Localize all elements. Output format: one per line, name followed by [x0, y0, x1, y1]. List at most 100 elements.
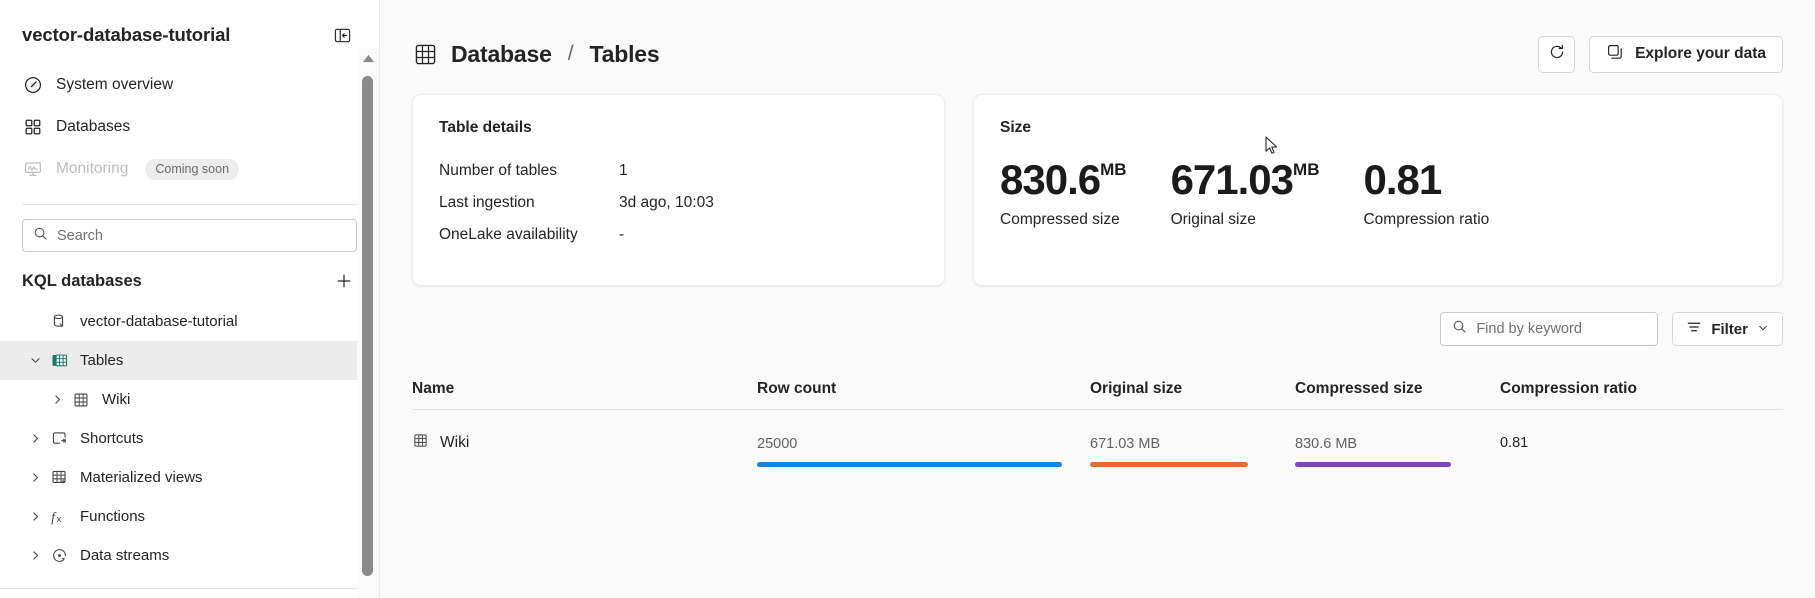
table-icon	[412, 432, 429, 454]
explore-button-label: Explore your data	[1635, 45, 1766, 62]
tree-item-shortcuts[interactable]: Shortcuts	[0, 419, 379, 458]
sidebar-item-label: System overview	[56, 76, 174, 93]
column-header-row-count[interactable]: Row count	[757, 380, 1090, 398]
tree-item-wiki[interactable]: Wiki	[0, 380, 379, 419]
explore-your-data-button[interactable]: Explore your data	[1589, 35, 1783, 73]
detail-value: 3d ago, 10:03	[619, 194, 714, 211]
main-content: Database / Tables Explore your data Tabl…	[380, 0, 1815, 598]
compressed-size-bar	[1295, 462, 1451, 467]
column-header-compression-ratio[interactable]: Compression ratio	[1500, 380, 1783, 398]
metric-compressed-size: 830.6 MB Compressed size	[1000, 159, 1127, 229]
filter-button-label: Filter	[1711, 320, 1748, 338]
refresh-icon	[1548, 43, 1566, 66]
metric-value: 0.81	[1363, 156, 1442, 203]
sidebar-search-wrap	[0, 205, 379, 252]
filter-button[interactable]: Filter	[1672, 312, 1783, 346]
tree-item-label: Shortcuts	[80, 430, 144, 447]
copy-pages-icon	[1606, 43, 1624, 66]
metric-label: Compression ratio	[1363, 211, 1490, 228]
find-by-keyword-box[interactable]	[1440, 312, 1659, 346]
column-header-name[interactable]: Name	[412, 380, 757, 398]
chevron-right-icon[interactable]	[44, 393, 70, 406]
metric-original-size: 671.03 MB Original size	[1171, 159, 1320, 229]
breadcrumb: Database / Tables	[412, 41, 660, 68]
table-row[interactable]: Wiki 25000 671.03 MB 830.6 MB 0.81	[412, 410, 1783, 476]
data-stream-icon	[48, 545, 70, 567]
search-icon	[33, 226, 48, 246]
sidebar: vector-database-tutorial System overview…	[0, 0, 380, 598]
metric-unit: MB	[1100, 160, 1127, 179]
sidebar-item-label: Monitoring	[56, 160, 129, 177]
scroll-up-arrow-icon[interactable]	[357, 54, 379, 63]
function-icon: f x	[48, 506, 70, 528]
topbar-actions: Explore your data	[1538, 35, 1783, 73]
chevron-right-icon[interactable]	[22, 510, 48, 523]
table-header-row: Name Row count Original size Compressed …	[412, 368, 1783, 410]
shortcut-folder-icon	[48, 428, 70, 450]
table-toolbar: Filter	[380, 286, 1815, 346]
search-input[interactable]	[57, 227, 346, 244]
cell-name[interactable]: Wiki	[412, 432, 757, 454]
metric-unit: MB	[1293, 160, 1320, 179]
column-header-original-size[interactable]: Original size	[1090, 380, 1295, 398]
detail-key: OneLake availability	[439, 226, 578, 243]
tree-item-tables[interactable]: Tables	[0, 341, 379, 380]
find-input[interactable]	[1476, 321, 1647, 337]
chevron-right-icon[interactable]	[22, 471, 48, 484]
original-size-bar	[1090, 462, 1248, 467]
cell-original-size: 671.03 MB	[1090, 410, 1295, 476]
tree-item-materialized-views[interactable]: Materialized views	[0, 458, 379, 497]
kql-databases-group-header: KQL databases	[0, 252, 379, 302]
app-root: vector-database-tutorial System overview…	[0, 0, 1815, 598]
metric-value: 671.03	[1170, 156, 1294, 203]
breadcrumb-database[interactable]: Database	[451, 41, 552, 68]
workspace-title: vector-database-tutorial	[22, 24, 231, 45]
breadcrumb-tables[interactable]: Tables	[590, 41, 660, 68]
breadcrumb-separator: /	[567, 42, 574, 65]
sidebar-item-system-overview[interactable]: System overview	[0, 64, 379, 106]
table-details-card: Table details Number of tables 1 Last in…	[412, 94, 945, 286]
metric-compression-ratio: 0.81 Compression ratio	[1363, 159, 1489, 229]
chevron-right-icon[interactable]	[22, 432, 48, 445]
compression-ratio-value: 0.81	[1500, 435, 1529, 451]
row-count-bar	[757, 462, 1062, 467]
tree-item-label: vector-database-tutorial	[80, 313, 238, 330]
sidebar-item-databases[interactable]: Databases	[0, 106, 379, 148]
tree-item-vector-database-tutorial[interactable]: vector-database-tutorial	[0, 302, 379, 341]
table-icon	[70, 389, 92, 411]
panel-collapse-icon[interactable]	[327, 20, 357, 50]
database-shortcut-icon	[48, 311, 70, 333]
search-box[interactable]	[22, 219, 357, 252]
detail-key: Last ingestion	[439, 194, 535, 211]
card-title: Table details	[439, 119, 532, 136]
column-header-compressed-size[interactable]: Compressed size	[1295, 380, 1500, 398]
metric-label: Compressed size	[1000, 211, 1120, 228]
tree-item-label: Functions	[80, 508, 146, 525]
table-name-label: Wiki	[440, 434, 470, 451]
card-title: Size	[1000, 119, 1032, 136]
sidebar-header: vector-database-tutorial	[0, 0, 379, 56]
detail-key: Number of tables	[439, 162, 558, 179]
coming-soon-badge: Coming soon	[145, 158, 240, 180]
size-metrics: 830.6 MB Compressed size 671.03 MB Origi…	[1000, 159, 1756, 229]
tree-item-functions[interactable]: f x Functions	[0, 497, 379, 536]
chevron-down-icon	[1757, 321, 1769, 338]
sidebar-scrollbar[interactable]	[357, 48, 379, 598]
metric-label: Original size	[1170, 211, 1256, 228]
detail-row: Number of tables 1	[439, 155, 918, 187]
sidebar-item-monitoring: Monitoring Coming soon	[0, 148, 379, 190]
grid-squares-icon	[22, 117, 43, 138]
chevron-right-icon[interactable]	[22, 549, 48, 562]
refresh-button[interactable]	[1538, 35, 1576, 73]
tree-item-data-streams[interactable]: Data streams	[0, 536, 379, 575]
content-topbar: Database / Tables Explore your data	[380, 0, 1815, 82]
plus-icon[interactable]	[331, 268, 357, 294]
detail-row: OneLake availability -	[439, 219, 918, 251]
search-icon	[1452, 319, 1467, 339]
gauge-icon	[22, 75, 43, 96]
materialized-view-icon	[48, 467, 70, 489]
chevron-down-icon[interactable]	[22, 354, 48, 367]
row-count-value: 25000	[757, 436, 798, 452]
scrollbar-thumb[interactable]	[362, 76, 373, 576]
tree-item-label: Wiki	[102, 391, 131, 408]
